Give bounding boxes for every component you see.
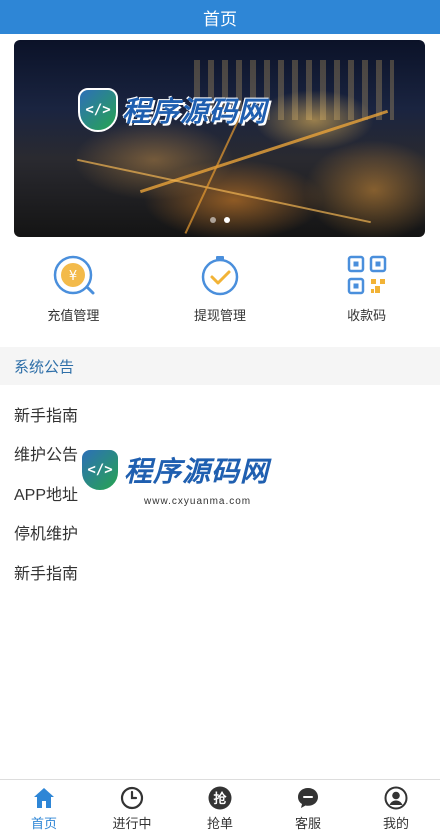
top-bar: 首页 — [0, 0, 440, 34]
tab-customer-service[interactable]: 客服 — [264, 780, 352, 833]
watermark-shield-icon: </> — [80, 448, 120, 492]
tab-in-progress[interactable]: 进行中 — [88, 780, 176, 833]
banner-carousel[interactable]: </> 程序源码网 — [14, 40, 425, 237]
notice-item[interactable]: 维护公告 — [14, 434, 78, 474]
notice-item[interactable]: 停机维护 — [14, 513, 78, 553]
notice-list: 新手指南 维护公告 APP地址 停机维护 新手指南 — [14, 394, 78, 592]
watermark-url: www.cxyuanma.com — [144, 496, 252, 507]
page-watermark-logo: </> 程序源码网 www.cxyuanma.com — [80, 448, 269, 507]
tab-home[interactable]: 首页 — [0, 780, 88, 833]
tab-label: 客服 — [294, 816, 321, 831]
chat-bubble-icon — [298, 788, 318, 808]
tab-grab-order[interactable]: 抢 抢单 — [176, 780, 264, 833]
carousel-indicator[interactable] — [209, 217, 230, 223]
quick-action-qr[interactable]: 收款码 — [312, 250, 422, 328]
notice-section-title: 系统公告 — [0, 347, 440, 385]
quick-action-label: 提现管理 — [193, 308, 246, 323]
tab-label: 抢单 — [206, 816, 233, 831]
svg-text:抢: 抢 — [213, 791, 227, 807]
quick-action-label: 充值管理 — [47, 308, 100, 323]
carousel-dot-active[interactable] — [223, 217, 230, 223]
quick-action-label: 收款码 — [347, 308, 387, 323]
yen-circle-icon: ¥ — [51, 253, 95, 297]
clock-check-icon — [198, 253, 242, 297]
banner-road-light — [77, 158, 371, 224]
qr-code-icon — [345, 253, 389, 297]
notice-item[interactable]: APP地址 — [14, 473, 78, 513]
page-title: 首页 — [203, 9, 237, 29]
grab-order-icon: 抢 — [208, 786, 232, 810]
tab-mine[interactable]: 我的 — [352, 780, 440, 833]
notice-item[interactable]: 新手指南 — [14, 394, 78, 434]
notice-title: 系统公告 — [14, 358, 75, 376]
user-icon — [384, 786, 408, 810]
watermark-shield-icon: </> — [78, 88, 118, 132]
bottom-tab-bar: 首页 进行中 抢 抢单 客服 我的 — [0, 779, 440, 833]
banner-city-skyline — [194, 60, 394, 120]
tab-label: 首页 — [30, 816, 57, 831]
quick-action-recharge[interactable]: ¥ 充值管理 — [18, 250, 128, 328]
notice-item[interactable]: 新手指南 — [14, 552, 78, 592]
quick-actions: ¥ 充值管理 提现管理 收款码 — [0, 250, 440, 328]
tab-label: 我的 — [382, 816, 409, 831]
tab-label: 进行中 — [112, 816, 152, 831]
home-icon — [34, 788, 54, 808]
banner-road-light — [184, 106, 246, 234]
quick-action-withdraw[interactable]: 提现管理 — [165, 250, 275, 328]
carousel-dot[interactable] — [209, 217, 216, 223]
svg-text:¥: ¥ — [69, 269, 77, 284]
clock-icon — [120, 786, 144, 810]
